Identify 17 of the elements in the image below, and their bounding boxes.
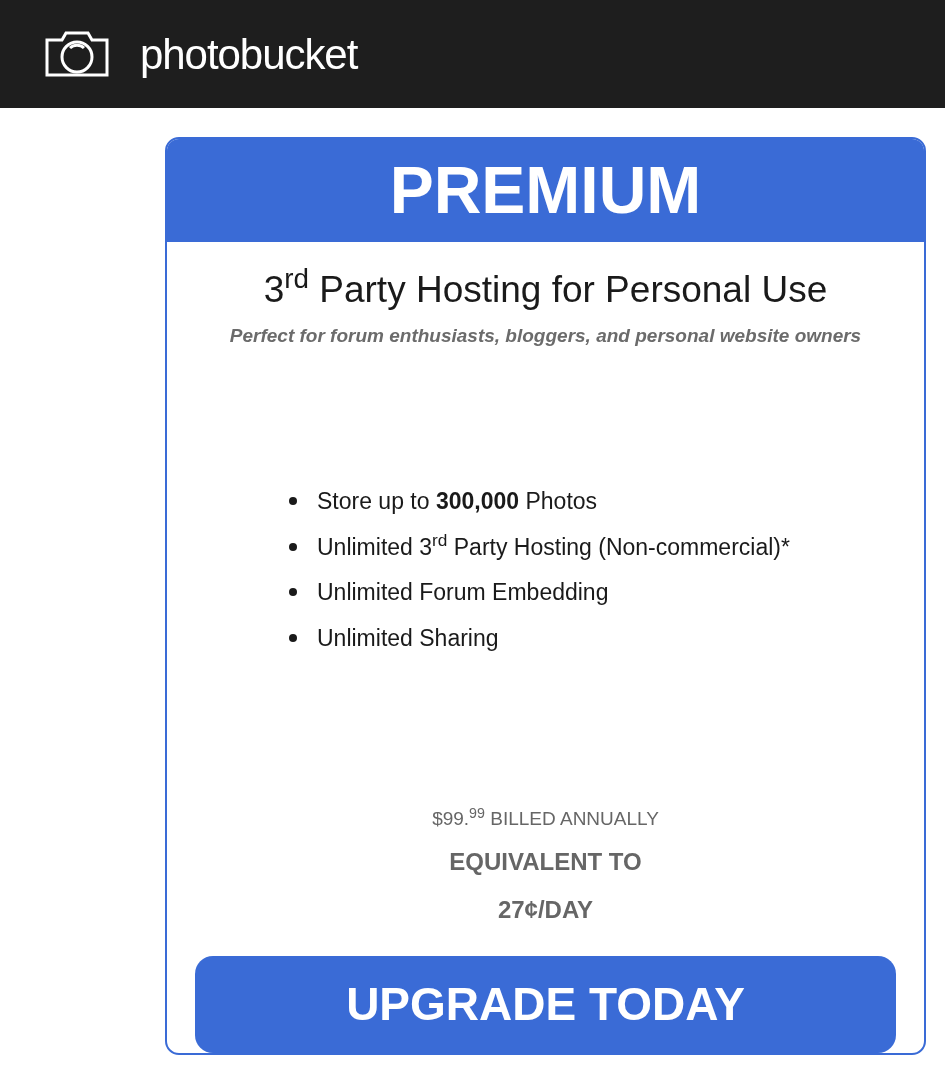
plan-name: PREMIUM <box>167 139 924 243</box>
equivalent-text: 27¢/DAY <box>497 894 594 925</box>
bullet-icon <box>289 633 297 642</box>
bullet-icon <box>289 588 297 597</box>
bullet-icon <box>289 542 297 551</box>
upgrade-button[interactable]: UPGRADE TODAY <box>195 955 896 1053</box>
camera-icon <box>44 30 110 78</box>
feature-text: Unlimited Sharing <box>317 623 499 653</box>
bullet-icon <box>289 497 297 506</box>
price-text: $99.$^{99}$ BILLED ANNUALLY <box>432 805 659 832</box>
brand-logo[interactable]: photobucket <box>140 22 358 86</box>
feature-text: Unlimited Forum Embedding <box>317 578 609 608</box>
plan-subtitle: Perfect for forum enthusiasts, bloggers, and personal website owners <box>229 323 862 348</box>
plan-title: 3$^{rd}$ Party Hosting for Personal Use <box>263 262 828 313</box>
equivalent-text: EQUIVALENT TO <box>449 846 642 877</box>
feature-text: Store up to 300,000 Photos <box>317 487 598 517</box>
feature-text: Unlimited 3$^{rd}$ Party Hosting (Non-commercial)* <box>317 529 790 562</box>
